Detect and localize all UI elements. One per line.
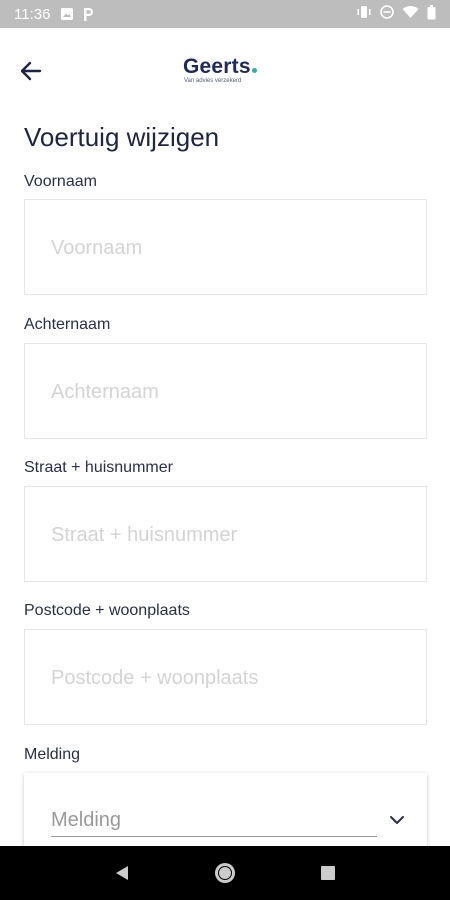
last-name-label: Achternaam	[24, 316, 111, 333]
nav-back-button[interactable]	[107, 858, 137, 888]
status-bar: 11:36	[0, 0, 450, 28]
postcode-field[interactable]	[24, 629, 427, 726]
page-title: Voertuig wijzigen	[24, 122, 220, 152]
logo-dot	[251, 68, 257, 73]
first-name-field[interactable]	[24, 199, 427, 296]
first-name-label: Voornaam	[24, 173, 97, 190]
status-time: 11:36	[14, 5, 51, 23]
street-input[interactable]	[51, 487, 401, 583]
logo-text: Geerts	[183, 55, 251, 78]
brand-logo: Geerts Van advies verzekerd	[183, 56, 273, 88]
battery-icon	[427, 4, 436, 24]
vibrate-icon	[356, 5, 372, 23]
arrow-left-icon	[20, 61, 42, 81]
melding-underline	[51, 836, 377, 837]
back-triangle-icon	[115, 866, 128, 880]
street-field[interactable]	[24, 486, 427, 583]
nav-recents-button[interactable]	[313, 858, 343, 888]
melding-label: Melding	[24, 746, 81, 763]
status-right-icons	[356, 4, 436, 24]
chevron-down-icon[interactable]	[388, 813, 406, 827]
image-icon	[60, 7, 74, 21]
street-label: Straat + huisnummer	[24, 459, 173, 476]
last-name-field[interactable]	[24, 343, 427, 440]
melding-selected-value: Melding	[51, 809, 122, 831]
app-header: Geerts Van advies verzekerd	[0, 28, 450, 110]
postcode-label: Postcode + woonplaats	[24, 602, 190, 619]
do-not-disturb-icon	[380, 5, 394, 23]
recents-square-icon	[321, 866, 336, 880]
last-name-input[interactable]	[51, 344, 401, 440]
parking-icon	[82, 7, 94, 22]
home-circle-icon	[214, 863, 235, 883]
nav-home-button[interactable]	[210, 858, 240, 888]
wifi-icon	[402, 5, 419, 23]
back-button[interactable]	[14, 54, 48, 88]
logo-tagline: Van advies verzekerd	[184, 78, 242, 84]
postcode-input[interactable]	[51, 630, 401, 726]
first-name-input[interactable]	[51, 200, 401, 296]
system-nav-bar	[0, 846, 450, 900]
